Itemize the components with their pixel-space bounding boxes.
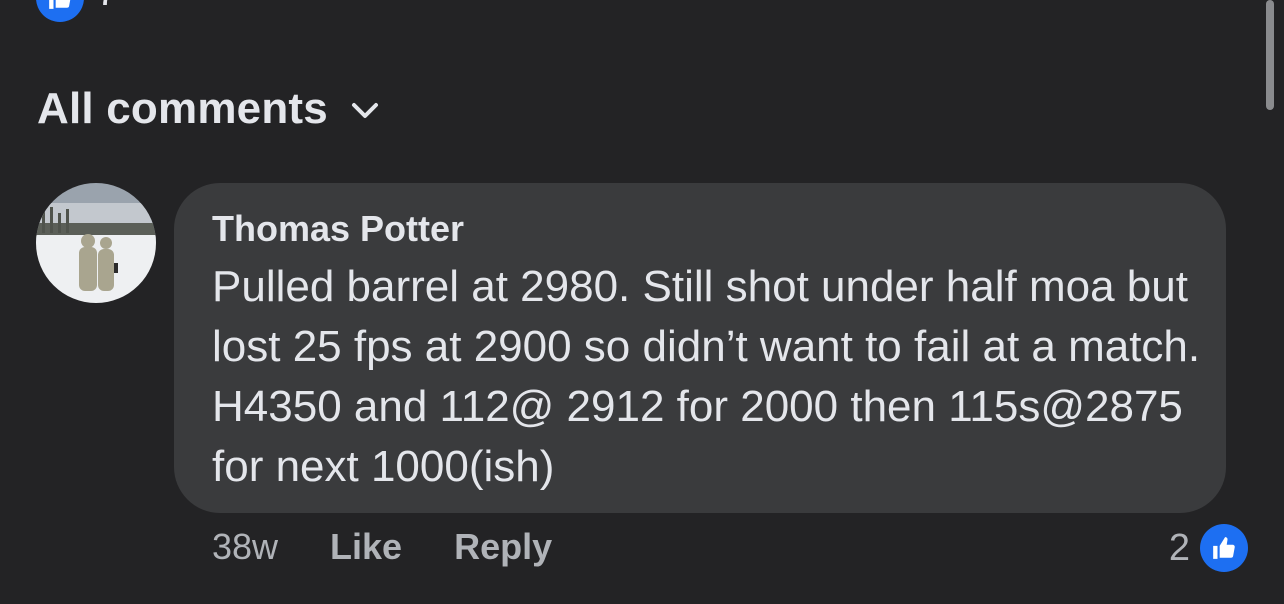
comment-reactions[interactable]: 2 <box>1169 524 1248 572</box>
comments-page: 7 All comments <box>0 0 1284 604</box>
like-icon <box>1200 524 1248 572</box>
sort-label: All comments <box>37 84 328 133</box>
like-icon[interactable] <box>36 0 84 22</box>
like-button[interactable]: Like <box>330 526 402 568</box>
comment-bubble: Thomas Potter Pulled barrel at 2980. Sti… <box>174 183 1226 513</box>
comment-actions: 38w Like Reply <box>212 526 604 568</box>
comment-timestamp[interactable]: 38w <box>212 526 278 568</box>
reply-button[interactable]: Reply <box>454 526 552 568</box>
chevron-down-icon <box>350 96 380 126</box>
comment-author[interactable]: Thomas Potter <box>212 207 1190 251</box>
reaction-count: 2 <box>1168 526 1190 569</box>
comment-text: Pulled barrel at 2980. Still shot under … <box>212 262 1201 491</box>
scrollbar[interactable] <box>1266 0 1274 110</box>
avatar[interactable] <box>36 183 156 303</box>
top-reaction-count: 7 <box>96 0 118 15</box>
comment-sort-dropdown[interactable]: All comments <box>37 84 380 134</box>
